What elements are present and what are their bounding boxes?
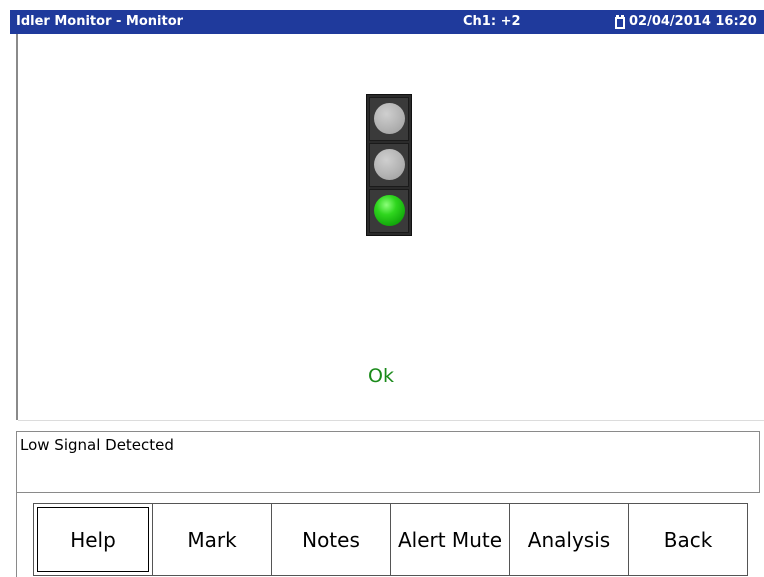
panel-edge <box>16 493 17 577</box>
title-bar: Idler Monitor - Monitor Ch1: +2 02/04/20… <box>10 10 764 34</box>
button-bar: Help Mark Notes Alert Mute Analysis Back <box>33 503 748 576</box>
green-lamp-on <box>374 195 405 226</box>
message-box: Low Signal Detected <box>16 431 760 493</box>
yellow-lamp-off <box>374 149 405 180</box>
monitor-divider <box>18 420 764 421</box>
mark-button[interactable]: Mark <box>152 503 272 576</box>
help-button[interactable]: Help <box>33 503 153 576</box>
notes-button[interactable]: Notes <box>271 503 391 576</box>
back-button[interactable]: Back <box>628 503 748 576</box>
window-title: Idler Monitor - Monitor <box>16 14 184 29</box>
channel-readout: Ch1: +2 <box>463 14 521 29</box>
message-text: Low Signal Detected <box>20 436 174 454</box>
datetime-text: 02/04/2014 16:20 <box>629 14 757 29</box>
traffic-light-middle-cell <box>369 143 409 187</box>
traffic-light-bottom-cell <box>369 189 409 233</box>
analysis-button[interactable]: Analysis <box>509 503 629 576</box>
traffic-light-top-cell <box>369 97 409 141</box>
alert-mute-button[interactable]: Alert Mute <box>390 503 510 576</box>
status-text: Ok <box>368 365 394 387</box>
traffic-light-indicator <box>366 94 412 236</box>
datetime-display: 02/04/2014 16:20 <box>614 10 757 34</box>
battery-icon <box>615 15 625 29</box>
red-lamp-off <box>374 103 405 134</box>
